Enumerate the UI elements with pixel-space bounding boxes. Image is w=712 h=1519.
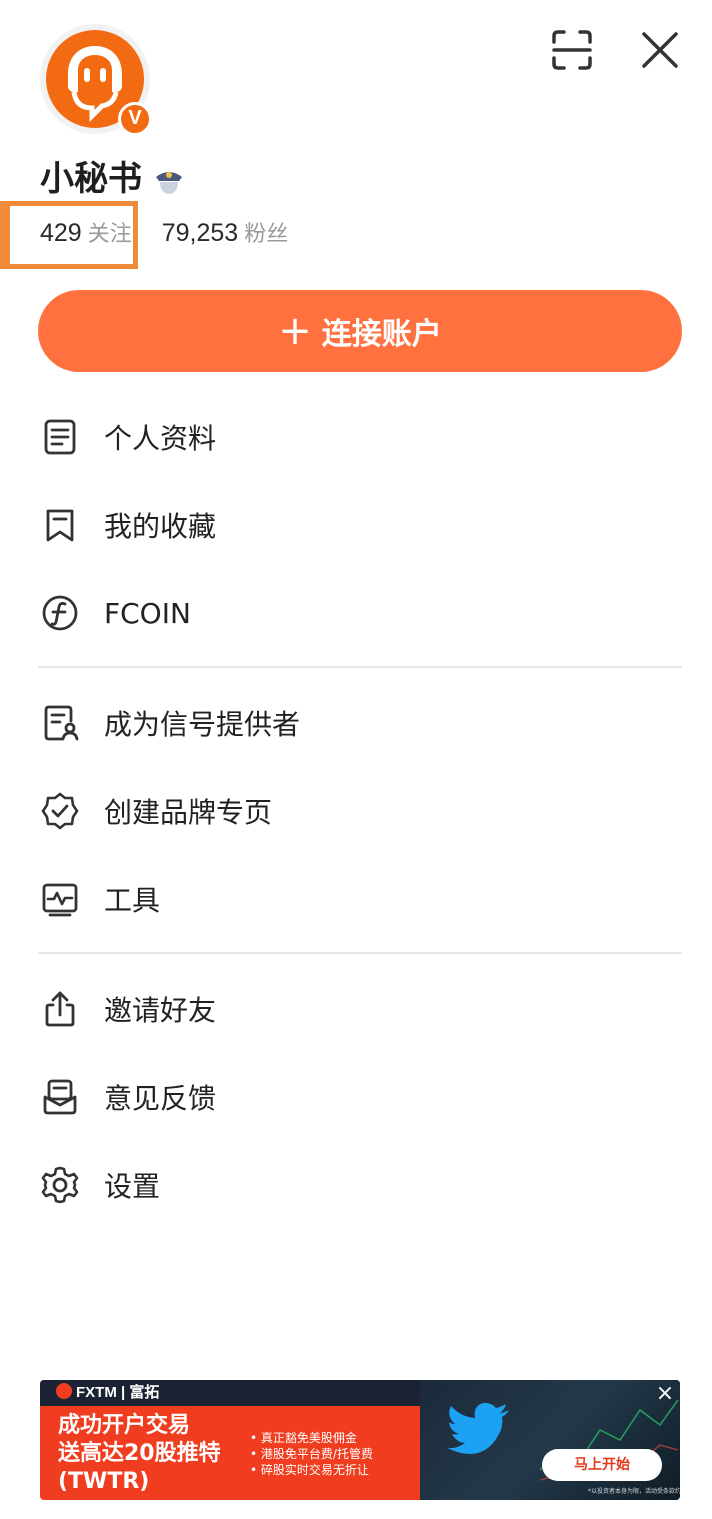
ad-cta-button[interactable]: 马上开始 <box>542 1449 662 1481</box>
username: 小秘书 <box>40 159 142 199</box>
police-badge-icon <box>152 163 186 197</box>
bookmark-icon <box>38 503 82 547</box>
menu-item-feedback[interactable]: 意见反馈 <box>38 1067 682 1127</box>
menu-label: 成为信号提供者 <box>104 708 301 741</box>
menu-item-fcoin[interactable]: FCOIN <box>38 583 682 643</box>
following-count[interactable]: 429 <box>40 219 82 248</box>
verified-shield-icon <box>38 789 82 833</box>
menu-label: 设置 <box>104 1170 161 1203</box>
menu-label: 我的收藏 <box>104 510 217 543</box>
menu-item-favorites[interactable]: 我的收藏 <box>38 495 682 555</box>
connect-account-button[interactable]: + 连接账户 <box>38 290 682 372</box>
plus-icon: + <box>278 308 312 354</box>
followers-count[interactable]: 79,253 <box>162 219 238 248</box>
signal-provider-icon <box>38 701 82 745</box>
following-label[interactable]: 关注 <box>88 216 132 248</box>
gear-icon <box>38 1163 82 1207</box>
verified-badge: V <box>118 102 152 136</box>
divider <box>38 666 682 668</box>
stats-row: 429 关注 79,253 粉丝 <box>40 216 288 256</box>
share-icon <box>38 987 82 1031</box>
menu-label: 工具 <box>104 884 161 917</box>
close-button[interactable] <box>636 26 684 74</box>
ad-banner[interactable]: FXTM | 富拓 成功开户交易 送高达20股推特 (TWTR) 真正豁免美股佣… <box>40 1380 680 1500</box>
menu-item-brand-page[interactable]: 创建品牌专页 <box>38 781 682 841</box>
menu-item-invite-friends[interactable]: 邀请好友 <box>38 979 682 1039</box>
ad-headline: 成功开户交易 送高达20股推特 (TWTR) <box>58 1413 221 1494</box>
scan-button[interactable] <box>548 26 596 74</box>
twitter-bird-icon <box>445 1400 515 1460</box>
ad-brand: FXTM | 富拓 <box>56 1382 159 1404</box>
feedback-icon <box>38 1075 82 1119</box>
ad-bullets: 真正豁免美股佣金 港股免平台费/托管费 碎股实时交易无折让 <box>250 1430 373 1478</box>
fcoin-icon <box>38 591 82 635</box>
scan-icon <box>552 30 592 70</box>
close-icon[interactable]: × <box>654 1383 676 1406</box>
menu-label: 意见反馈 <box>104 1082 217 1115</box>
menu-label: 个人资料 <box>104 422 217 455</box>
menu-label: FCOIN <box>104 596 191 630</box>
document-icon <box>38 415 82 459</box>
close-icon <box>642 32 678 68</box>
menu-item-tools[interactable]: 工具 <box>38 869 682 929</box>
connect-account-label: 连接账户 <box>321 317 442 352</box>
menu-item-signal-provider[interactable]: 成为信号提供者 <box>38 693 682 753</box>
menu-item-profile[interactable]: 个人资料 <box>38 407 682 467</box>
ad-footnote: *以投资者本身为限，活动受条款约束 <box>588 1488 680 1495</box>
menu-item-settings[interactable]: 设置 <box>38 1155 682 1215</box>
menu-label: 邀请好友 <box>104 994 217 1027</box>
fxtm-logo-icon <box>56 1383 72 1399</box>
followers-label[interactable]: 粉丝 <box>244 216 288 248</box>
tools-monitor-icon <box>38 877 82 921</box>
menu-label: 创建品牌专页 <box>104 796 273 829</box>
divider <box>38 952 682 954</box>
